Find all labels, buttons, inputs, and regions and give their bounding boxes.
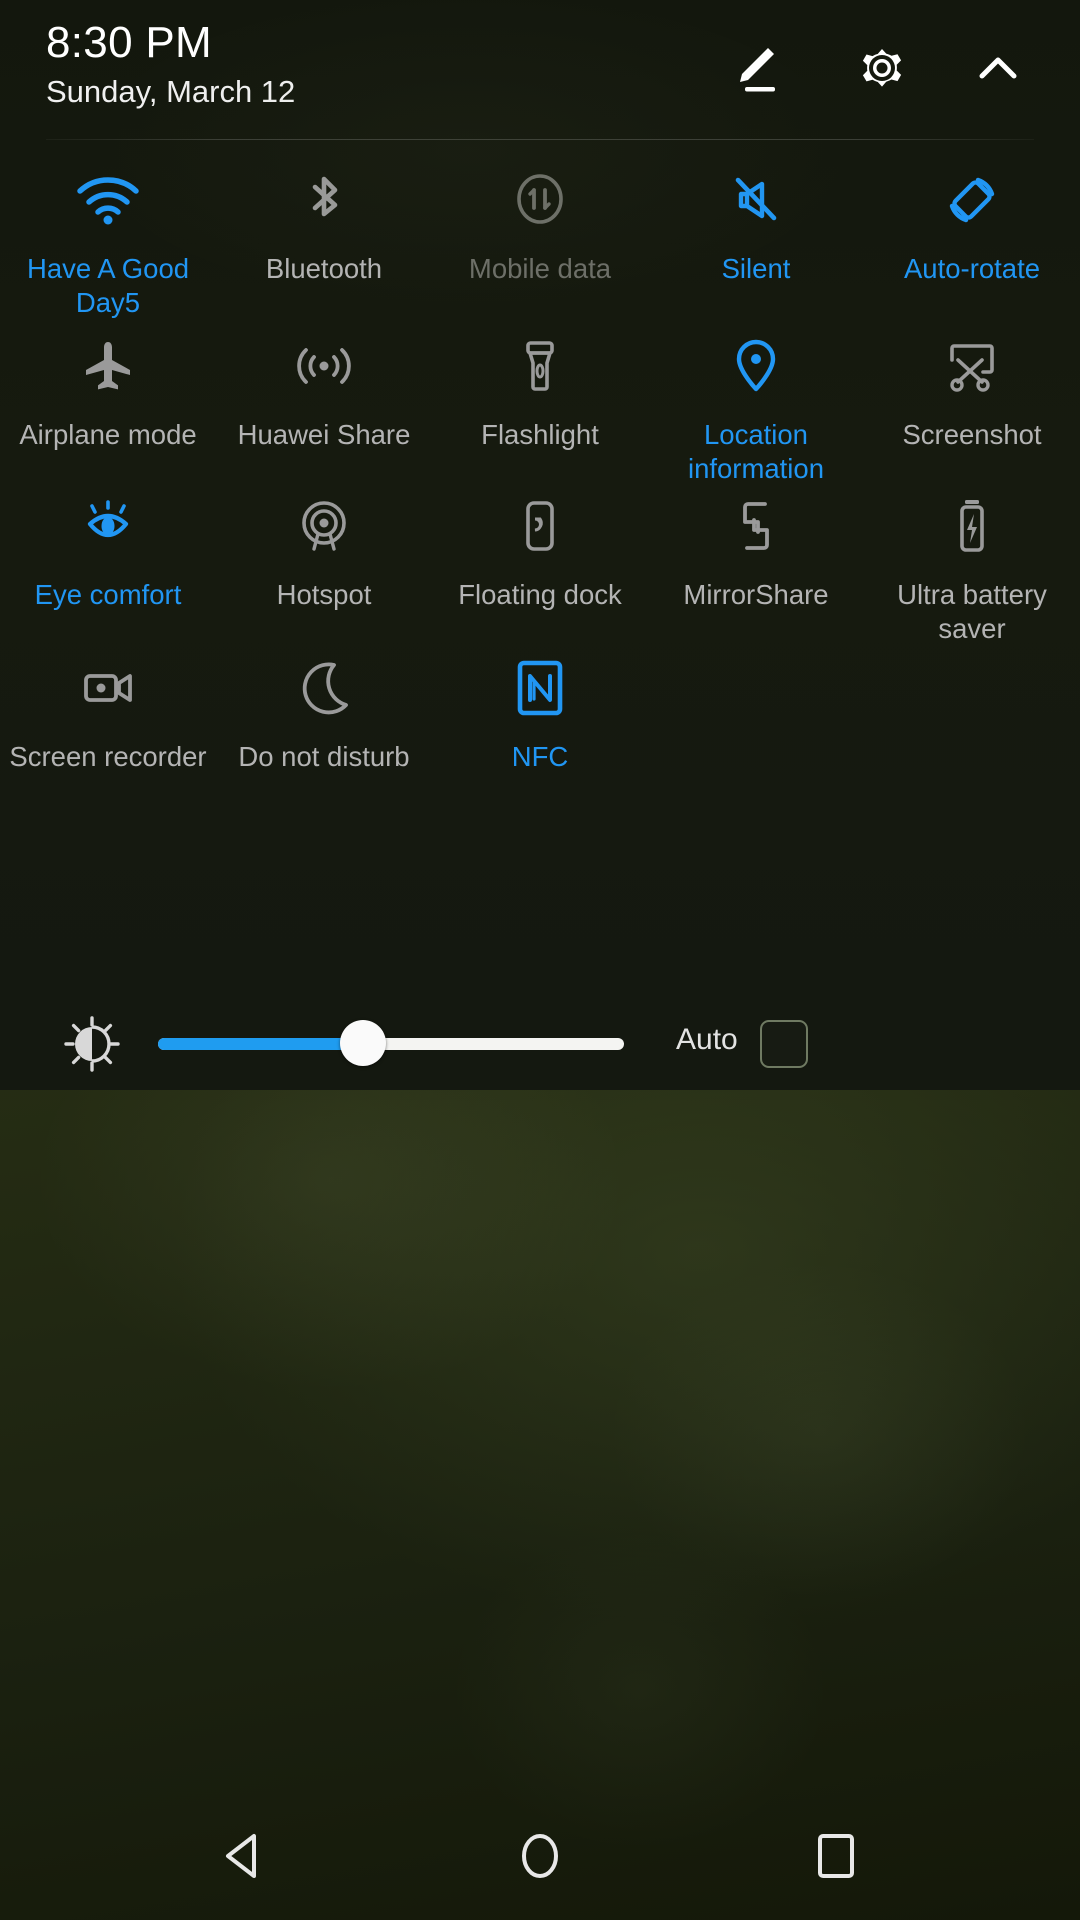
recents-square-icon[interactable] xyxy=(808,1828,864,1884)
eye-comfort-icon xyxy=(72,490,144,562)
pencil-edit-icon[interactable] xyxy=(724,38,784,98)
navigation-bar xyxy=(0,1792,1080,1920)
tile-label: Eye comfort xyxy=(34,579,182,610)
tile-label: Screen recorder xyxy=(9,741,207,772)
header-divider xyxy=(46,139,1034,140)
date-text: Sunday, March 12 xyxy=(46,74,296,109)
tile-flashlight[interactable]: Flashlight xyxy=(432,318,648,478)
slider-thumb[interactable] xyxy=(340,1020,387,1066)
moon-icon xyxy=(288,652,360,724)
screen-recorder-icon xyxy=(72,652,144,724)
tile-auto-rotate[interactable]: Auto-rotate xyxy=(864,152,1080,318)
clock-block: 8:30 PM Sunday, March 12 xyxy=(46,18,295,112)
screenshot-scissors-icon xyxy=(936,330,1008,402)
brightness-slider[interactable] xyxy=(158,1020,624,1066)
auto-rotate-icon xyxy=(936,164,1008,236)
tile-row: Have A Good Day5 Bluetooth Mobile data S… xyxy=(0,152,1080,318)
wifi-icon xyxy=(72,164,144,236)
chevron-up-icon[interactable] xyxy=(968,38,1028,98)
slider-fill xyxy=(158,1038,364,1050)
phone-screen: 8:30 PM Sunday, March 12 Have A Good Day… xyxy=(0,0,1080,1920)
tile-label: Hotspot xyxy=(276,579,372,610)
back-triangle-icon[interactable] xyxy=(216,1828,272,1884)
tile-label: MirrorShare xyxy=(683,579,829,610)
tile-eye-comfort[interactable]: Eye comfort xyxy=(0,478,216,640)
tile-huawei-share[interactable]: Huawei Share xyxy=(216,318,432,478)
tile-wifi[interactable]: Have A Good Day5 xyxy=(0,152,216,318)
hotspot-icon xyxy=(288,490,360,562)
airplane-icon xyxy=(72,330,144,402)
tile-mirrorshare[interactable]: MirrorShare xyxy=(648,478,864,640)
tile-empty-slot xyxy=(864,640,1080,800)
nfc-icon xyxy=(504,652,576,724)
tile-hotspot[interactable]: Hotspot xyxy=(216,478,432,640)
tile-label: Airplane mode xyxy=(19,419,197,450)
quick-settings-grid: Have A Good Day5 Bluetooth Mobile data S… xyxy=(0,152,1080,800)
tile-bluetooth[interactable]: Bluetooth xyxy=(216,152,432,318)
tile-row: Screen recorder Do not disturb NFC xyxy=(0,640,1080,800)
tile-row: Airplane mode Huawei Share Flashlight Lo… xyxy=(0,318,1080,484)
tile-mobile-data[interactable]: Mobile data xyxy=(432,152,648,318)
tile-airplane-mode[interactable]: Airplane mode xyxy=(0,318,216,478)
tile-empty-slot xyxy=(648,640,864,800)
quick-settings-header: 8:30 PM Sunday, March 12 xyxy=(0,0,1080,140)
mirror-share-icon xyxy=(720,490,792,562)
bluetooth-icon xyxy=(288,164,360,236)
tile-label: Floating dock xyxy=(458,579,622,610)
auto-brightness-checkbox[interactable] xyxy=(760,1020,808,1068)
huawei-share-icon xyxy=(288,330,360,402)
tile-floating-dock[interactable]: Floating dock xyxy=(432,478,648,640)
tile-row: Eye comfort Hotspot Floating dock Mirror… xyxy=(0,478,1080,644)
tile-label: Flashlight xyxy=(481,419,599,450)
tile-silent[interactable]: Silent xyxy=(648,152,864,318)
tile-label: Bluetooth xyxy=(265,253,383,284)
silent-bell-icon xyxy=(720,164,792,236)
tile-ultra-battery-saver[interactable]: Ultra battery saver xyxy=(864,478,1080,644)
tile-label: Have A Good Day5 xyxy=(26,253,190,318)
tile-label: Silent xyxy=(721,253,791,284)
time-text: 8:30 PM xyxy=(46,18,212,67)
tile-screenshot[interactable]: Screenshot xyxy=(864,318,1080,478)
tile-label: Mobile data xyxy=(468,253,612,284)
brightness-row: Auto xyxy=(0,996,1080,1092)
tile-screen-recorder[interactable]: Screen recorder xyxy=(0,640,216,800)
tile-label: Location information xyxy=(687,419,825,484)
flashlight-icon xyxy=(504,330,576,402)
brightness-sun-icon xyxy=(62,1014,122,1074)
location-pin-icon xyxy=(720,330,792,402)
home-circle-icon[interactable] xyxy=(512,1828,568,1884)
mobile-data-icon xyxy=(504,164,576,236)
tile-label: Auto-rotate xyxy=(903,253,1041,284)
gear-icon[interactable] xyxy=(852,38,912,98)
tile-label: NFC xyxy=(511,741,569,772)
floating-dock-icon xyxy=(504,490,576,562)
tile-location-information[interactable]: Location information xyxy=(648,318,864,484)
tile-label: Huawei Share xyxy=(237,419,411,450)
tile-do-not-disturb[interactable]: Do not disturb xyxy=(216,640,432,800)
tile-label: Ultra battery saver xyxy=(897,579,1047,644)
tile-nfc[interactable]: NFC xyxy=(432,640,648,800)
tile-label: Screenshot xyxy=(902,419,1042,450)
tile-label: Do not disturb xyxy=(238,741,410,772)
ultra-battery-saver-icon xyxy=(936,490,1008,562)
quick-settings-panel: 8:30 PM Sunday, March 12 Have A Good Day… xyxy=(0,0,1080,1090)
